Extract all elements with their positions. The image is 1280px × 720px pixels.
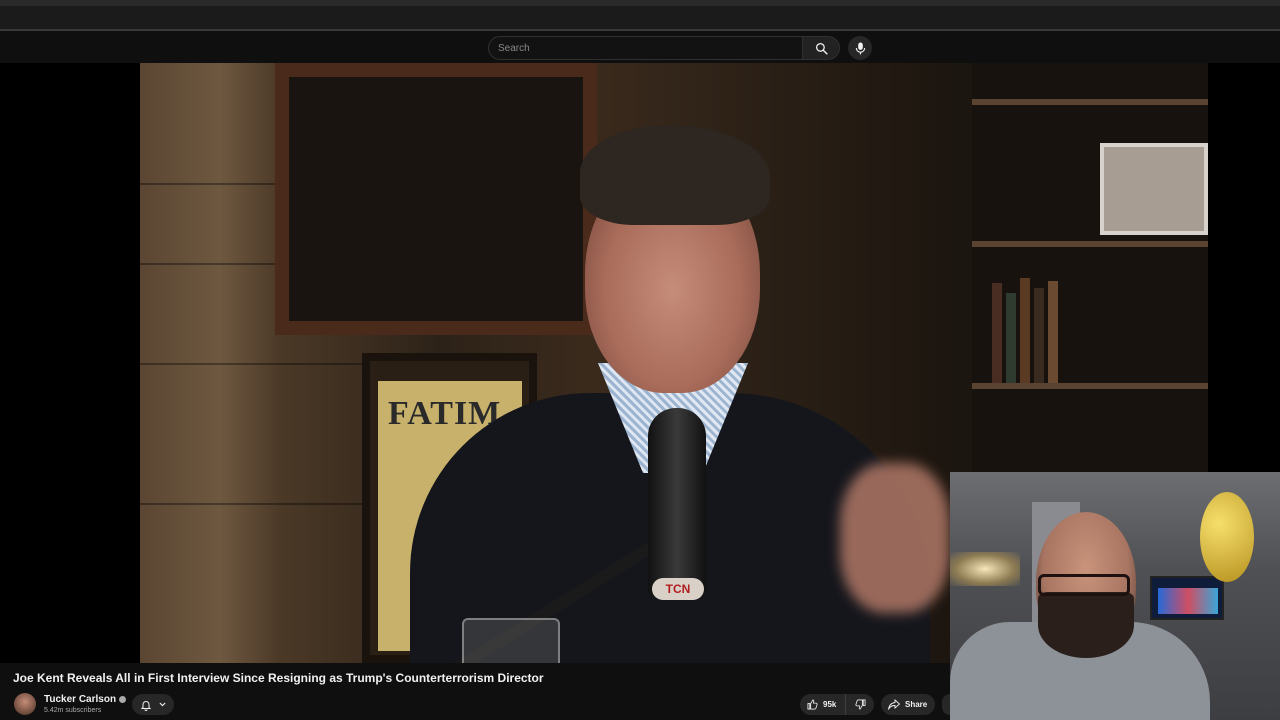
webcam-overlay <box>950 472 1280 720</box>
book <box>1020 278 1030 383</box>
picture-frame <box>275 63 597 335</box>
channel-name[interactable]: Tucker Carlson <box>44 694 127 705</box>
search-button[interactable] <box>802 36 840 60</box>
like-button[interactable]: 95k <box>800 694 846 715</box>
microphone-icon <box>855 42 865 54</box>
verified-badge-icon <box>119 696 127 703</box>
notification-bell-button[interactable] <box>132 694 174 715</box>
bell-icon <box>140 700 151 711</box>
microphone-badge: TCN <box>652 578 704 600</box>
shelf-board <box>972 241 1208 247</box>
streamer-beard <box>1038 592 1134 658</box>
search-icon <box>815 42 828 55</box>
channel-name-text[interactable]: Tucker Carlson <box>44 694 116 705</box>
book <box>992 283 1002 383</box>
subscriber-count: 5.42m subscribers <box>44 707 102 714</box>
search-input[interactable] <box>489 37 802 59</box>
background-tv <box>1150 576 1224 620</box>
streamer-glasses <box>1038 574 1130 596</box>
framed-photo <box>1100 143 1208 235</box>
share-icon <box>888 699 900 710</box>
voice-search-button[interactable] <box>848 36 872 60</box>
like-count: 95k <box>823 700 837 709</box>
search-box <box>488 36 802 60</box>
masthead <box>0 31 1280 63</box>
thumbs-down-icon <box>854 699 865 710</box>
book <box>1034 288 1044 383</box>
water-glass <box>462 618 560 663</box>
more-actions-button[interactable] <box>942 694 950 715</box>
book <box>1048 281 1058 383</box>
thumbs-up-icon <box>807 699 818 710</box>
bookshelf <box>972 63 1208 473</box>
chevron-down-icon <box>158 702 166 707</box>
shelf-board <box>972 99 1208 105</box>
tv-screen <box>1158 588 1218 614</box>
share-label: Share <box>905 700 928 709</box>
browser-chrome-strip <box>0 0 1280 31</box>
gold-balloon <box>1200 492 1254 582</box>
dislike-button[interactable] <box>846 694 874 715</box>
lamp-glow <box>950 552 1020 586</box>
host-hand <box>840 463 950 613</box>
channel-avatar[interactable] <box>14 693 36 715</box>
studio-microphone <box>648 408 706 598</box>
share-button[interactable]: Share <box>881 694 935 715</box>
like-dislike-group: 95k <box>800 694 874 715</box>
host-hair <box>580 125 770 225</box>
shelf-board <box>972 383 1208 389</box>
book <box>1006 293 1016 383</box>
video-title: Joe Kent Reveals All in First Interview … <box>13 671 544 685</box>
